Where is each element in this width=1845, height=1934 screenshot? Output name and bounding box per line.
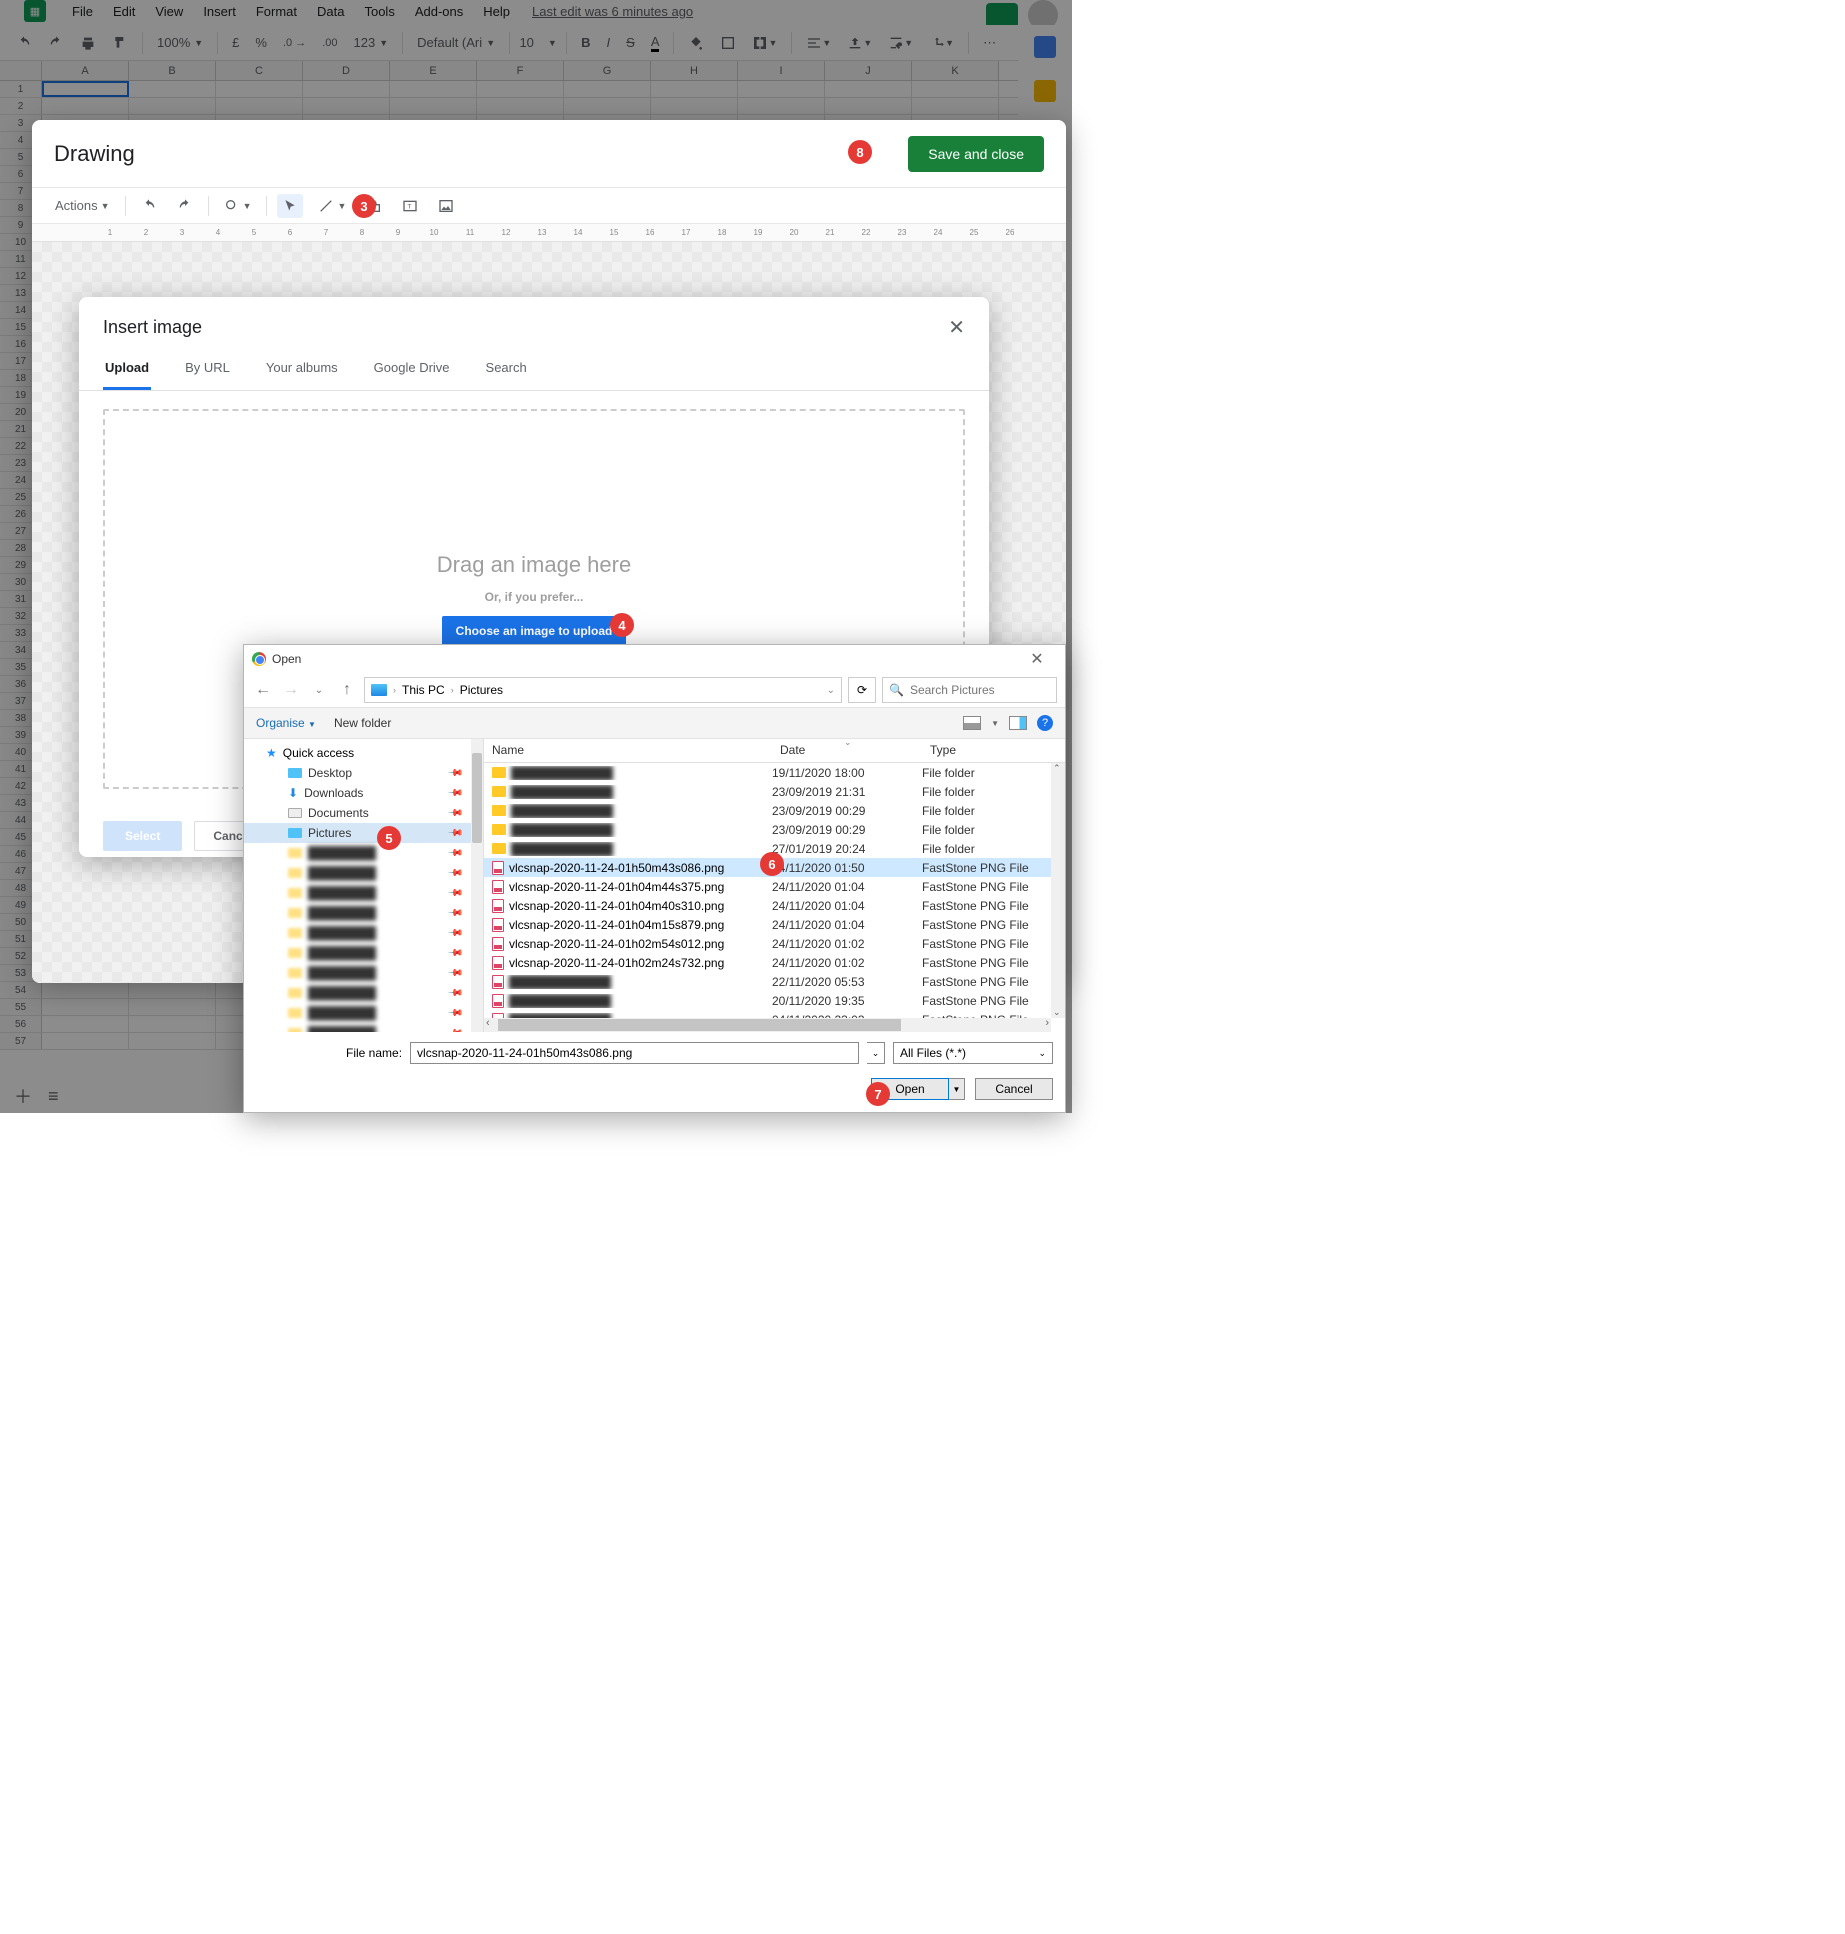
- tree-item-blurred[interactable]: ████████📌: [244, 1023, 483, 1032]
- pin-icon: 📌: [446, 805, 463, 822]
- breadcrumb-pc[interactable]: This PC: [402, 683, 445, 697]
- tree-item-blurred[interactable]: ████████📌: [244, 1003, 483, 1023]
- preview-pane-icon[interactable]: [1009, 716, 1027, 730]
- tree-documents[interactable]: Documents📌: [244, 803, 483, 823]
- drawing-toolbar: Actions▼ ▼ ▼ T: [32, 188, 1066, 224]
- up-arrow-icon[interactable]: ↑: [336, 681, 358, 699]
- tree-downloads[interactable]: ⬇Downloads📌: [244, 783, 483, 803]
- recent-locations-icon[interactable]: ⌄: [308, 685, 330, 696]
- back-arrow-icon[interactable]: ←: [252, 681, 274, 699]
- tree-item-blurred[interactable]: ████████📌: [244, 963, 483, 983]
- sort-indicator-icon: ⌄: [844, 737, 852, 748]
- file-row[interactable]: ████████████23/09/2019 00:29File folder: [484, 820, 1065, 839]
- insert-image-title: Insert image: [103, 317, 202, 338]
- draw-undo-icon[interactable]: [136, 194, 162, 218]
- tree-item-blurred[interactable]: ████████📌: [244, 923, 483, 943]
- tree-item-blurred[interactable]: ████████📌: [244, 883, 483, 903]
- file-row[interactable]: ████████████23/09/2019 00:29File folder: [484, 801, 1065, 820]
- pin-icon: 📌: [446, 765, 463, 782]
- path-breadcrumb[interactable]: › This PC › Pictures ⌄: [364, 677, 842, 703]
- chrome-icon: [252, 652, 266, 666]
- tree-item-blurred[interactable]: ████████📌: [244, 843, 483, 863]
- forward-arrow-icon[interactable]: →: [280, 681, 302, 699]
- file-type-filter[interactable]: All Files (*.*)⌄: [893, 1042, 1053, 1064]
- folder-tree: ★Quick access Desktop📌 ⬇Downloads📌 Docum…: [244, 739, 484, 1032]
- new-folder-button[interactable]: New folder: [334, 716, 391, 730]
- drag-here-label: Drag an image here: [437, 552, 631, 578]
- annotation-badge-5: 5: [377, 826, 401, 850]
- file-row[interactable]: ████████████23/09/2019 21:31File folder: [484, 782, 1065, 801]
- text-box-icon[interactable]: T: [397, 194, 423, 218]
- filelist-scrollbar-h[interactable]: [484, 1018, 1051, 1032]
- tree-item-blurred[interactable]: ████████📌: [244, 943, 483, 963]
- zoom-tool-icon[interactable]: ▼: [219, 194, 257, 218]
- file-row[interactable]: vlcsnap-2020-11-24-01h04m15s879.png24/11…: [484, 915, 1065, 934]
- file-row[interactable]: ████████████19/11/2020 18:00File folder: [484, 763, 1065, 782]
- filename-input[interactable]: [410, 1042, 859, 1064]
- help-icon[interactable]: ?: [1037, 715, 1053, 731]
- annotation-badge-3: 3: [352, 194, 376, 218]
- pin-icon: 📌: [446, 785, 463, 802]
- choose-image-button[interactable]: Choose an image to upload: [442, 616, 627, 646]
- line-tool-icon[interactable]: ▼: [313, 194, 351, 218]
- view-mode-icon[interactable]: [963, 716, 981, 730]
- tree-quick-access[interactable]: ★Quick access: [244, 743, 483, 763]
- file-row[interactable]: ████████████20/11/2020 19:35FastStone PN…: [484, 991, 1065, 1010]
- sidebar-scrollbar[interactable]: [471, 739, 483, 1032]
- file-cancel-button[interactable]: Cancel: [975, 1078, 1053, 1100]
- drawing-title: Drawing: [54, 141, 135, 167]
- organise-menu[interactable]: Organise ▼: [256, 716, 316, 730]
- annotation-badge-6: 6: [760, 852, 784, 876]
- select-button: Select: [103, 821, 182, 851]
- tree-desktop[interactable]: Desktop📌: [244, 763, 483, 783]
- breadcrumb-pictures[interactable]: Pictures: [460, 683, 503, 697]
- or-prefer-label: Or, if you prefer...: [485, 590, 584, 604]
- annotation-badge-8: 8: [848, 140, 872, 164]
- column-type[interactable]: Type: [922, 739, 1052, 762]
- search-input[interactable]: [910, 683, 1050, 697]
- image-tool-icon[interactable]: [433, 194, 459, 218]
- file-row[interactable]: vlcsnap-2020-11-24-01h04m40s310.png24/11…: [484, 896, 1065, 915]
- filename-history-dropdown[interactable]: ⌄: [867, 1042, 885, 1064]
- file-row[interactable]: vlcsnap-2020-11-24-01h02m24s732.png24/11…: [484, 953, 1065, 972]
- tab-upload[interactable]: Upload: [103, 348, 151, 390]
- tree-pictures[interactable]: Pictures📌: [244, 823, 483, 843]
- column-name[interactable]: Name: [484, 739, 772, 762]
- open-button-dropdown[interactable]: ▼: [949, 1078, 965, 1100]
- file-row[interactable]: vlcsnap-2020-11-24-01h04m44s375.png24/11…: [484, 877, 1065, 896]
- file-search-box[interactable]: 🔍: [882, 677, 1057, 703]
- filename-label: File name:: [346, 1046, 402, 1060]
- tree-item-blurred[interactable]: ████████📌: [244, 903, 483, 923]
- annotation-badge-7: 7: [866, 1082, 890, 1106]
- file-dialog-titlebar: Open ✕: [244, 645, 1065, 673]
- close-icon[interactable]: ✕: [948, 315, 965, 340]
- pc-icon: [371, 684, 387, 696]
- file-row[interactable]: vlcsnap-2020-11-24-01h02m54s012.png24/11…: [484, 934, 1065, 953]
- filelist-scrollbar-v[interactable]: [1051, 763, 1065, 1018]
- tab-by-url[interactable]: By URL: [183, 348, 232, 390]
- actions-menu[interactable]: Actions▼: [50, 194, 115, 217]
- search-icon: 🔍: [889, 683, 904, 697]
- refresh-icon[interactable]: ⟳: [848, 677, 876, 703]
- tab-search[interactable]: Search: [484, 348, 529, 390]
- select-tool-icon[interactable]: [277, 194, 303, 218]
- file-list-columns[interactable]: Name Date Type ⌄: [484, 739, 1065, 763]
- insert-image-tabs: Upload By URL Your albums Google Drive Searc…: [79, 348, 989, 391]
- file-dialog-close-icon[interactable]: ✕: [1017, 649, 1057, 669]
- tab-your-albums[interactable]: Your albums: [264, 348, 340, 390]
- file-open-dialog: Open ✕ ← → ⌄ ↑ › This PC › Pictures ⌄ ⟳ …: [243, 644, 1066, 1113]
- draw-redo-icon[interactable]: [172, 194, 198, 218]
- tab-google-drive[interactable]: Google Drive: [372, 348, 452, 390]
- annotation-badge-4: 4: [610, 613, 634, 637]
- drawing-ruler: 1234567891011121314151617181920212223242…: [32, 224, 1066, 242]
- file-row[interactable]: ████████████22/11/2020 05:53FastStone PN…: [484, 972, 1065, 991]
- save-close-button[interactable]: Save and close: [908, 136, 1044, 172]
- tree-item-blurred[interactable]: ████████📌: [244, 983, 483, 1003]
- file-dialog-title: Open: [272, 652, 301, 666]
- pin-icon: 📌: [446, 825, 463, 842]
- tree-item-blurred[interactable]: ████████📌: [244, 863, 483, 883]
- svg-text:T: T: [408, 203, 412, 210]
